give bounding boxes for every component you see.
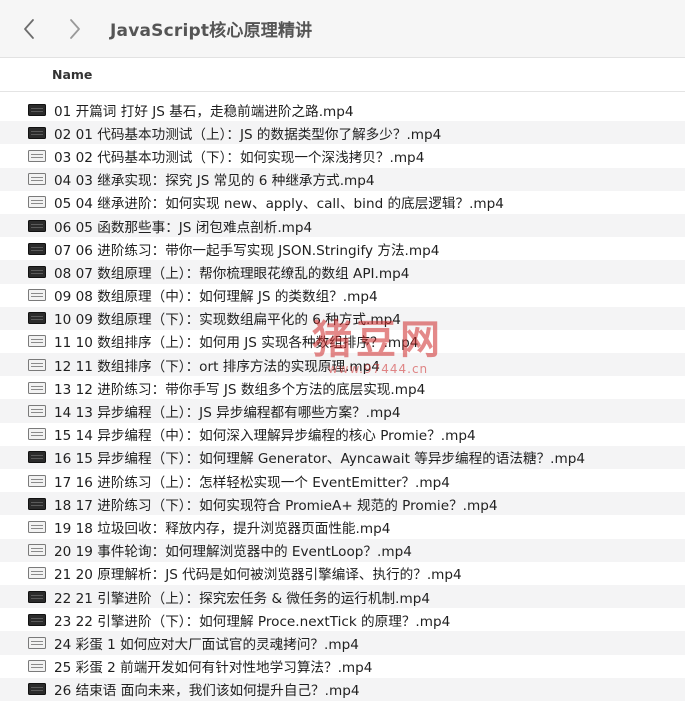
video-file-icon <box>28 381 46 394</box>
video-file-icon <box>28 312 46 325</box>
video-file-icon <box>28 428 46 441</box>
video-file-icon <box>28 636 46 649</box>
video-file-icon <box>28 497 46 510</box>
file-row[interactable]: 05 04 继承进阶：如何实现 new、apply、call、bind 的底层逻… <box>0 191 685 214</box>
file-name: 01 开篇词 打好 JS 基石，走稳前端进阶之路.mp4 <box>54 103 354 120</box>
video-file-icon <box>28 590 46 603</box>
video-file-icon <box>28 520 46 533</box>
file-row[interactable]: 17 16 进阶练习（上）：怎样轻松实现一个 EventEmitter？.mp4 <box>0 469 685 492</box>
file-name: 04 03 继承实现：探究 JS 常见的 6 种继承方式.mp4 <box>54 173 375 190</box>
video-file-icon <box>28 196 46 209</box>
file-row[interactable]: 18 17 进阶练习（下）：如何实现符合 PromieA+ 规范的 Promie… <box>0 492 685 516</box>
file-name: 24 彩蛋 1 如何应对大厂面试官的灵魂拷问？.mp4 <box>54 636 359 653</box>
video-file-icon <box>28 242 46 255</box>
video-file-icon <box>28 544 46 557</box>
video-file-icon <box>28 335 46 348</box>
forward-button[interactable] <box>62 13 88 45</box>
file-name: 05 04 继承进阶：如何实现 new、apply、call、bind 的底层逻… <box>54 196 504 213</box>
file-name: 15 14 异步编程（中）：如何深入理解异步编程的核心 Promie？.mp4 <box>54 428 476 445</box>
file-row[interactable]: 08 07 数组原理（上）：帮你梳理眼花缭乱的数组 API.mp4 <box>0 260 685 284</box>
file-row[interactable]: 10 09 数组原理（下）：实现数组扁平化的 6 种方式.mp4 <box>0 306 685 330</box>
file-row[interactable]: 13 12 进阶练习：带你手写 JS 数组多个方法的底层实现.mp4 <box>0 376 685 399</box>
file-name: 23 22 引擎进阶（下）：如何理解 Proce.nextTick 的原理？.m… <box>54 613 451 630</box>
file-row[interactable]: 07 06 进阶练习：带你一起手写实现 JSON.Stringify 方法.mp… <box>0 237 685 260</box>
video-file-icon <box>28 265 46 278</box>
file-row[interactable]: 14 13 异步编程（上）：JS 异步编程都有哪些方案？.mp4 <box>0 399 685 423</box>
video-file-icon <box>28 358 46 371</box>
file-name: 16 15 异步编程（下）：如何理解 Generator、Ayncawait 等… <box>54 451 586 468</box>
file-name: 17 16 进阶练习（上）：怎样轻松实现一个 EventEmitter？.mp4 <box>54 474 450 491</box>
file-row[interactable]: 16 15 异步编程（下）：如何理解 Generator、Ayncawait 等… <box>0 445 685 469</box>
file-row[interactable]: 23 22 引擎进阶（下）：如何理解 Proce.nextTick 的原理？.m… <box>0 608 685 631</box>
file-row[interactable]: 02 01 代码基本功测试（上）：JS 的数据类型你了解多少？.mp4 <box>0 121 685 145</box>
file-name: 22 21 引擎进阶（上）：探究宏任务 & 微任务的运行机制.mp4 <box>54 590 430 607</box>
file-name: 12 11 数组排序（下）：ort 排序方法的实现原理.mp4 <box>54 358 380 375</box>
back-button[interactable] <box>16 13 42 45</box>
file-name: 10 09 数组原理（下）：实现数组扁平化的 6 种方式.mp4 <box>54 312 401 329</box>
file-name: 11 10 数组排序（上）：如何用 JS 实现各种数组排序？.mp4 <box>54 335 419 352</box>
file-row[interactable]: 15 14 异步编程（中）：如何深入理解异步编程的核心 Promie？.mp4 <box>0 423 685 446</box>
video-file-icon <box>28 405 46 418</box>
titlebar: JavaScript核心原理精讲 <box>0 0 685 58</box>
file-row[interactable]: 11 10 数组排序（上）：如何用 JS 实现各种数组排序？.mp4 <box>0 330 685 353</box>
file-row[interactable]: 22 21 引擎进阶（上）：探究宏任务 & 微任务的运行机制.mp4 <box>0 584 685 609</box>
file-row[interactable]: 19 18 垃圾回收：释放内存，提升浏览器页面性能.mp4 <box>0 515 685 538</box>
video-file-icon <box>28 149 46 162</box>
file-row[interactable]: 12 11 数组排序（下）：ort 排序方法的实现原理.mp4 <box>0 353 685 377</box>
video-file-icon <box>28 173 46 186</box>
file-name: 19 18 垃圾回收：释放内存，提升浏览器页面性能.mp4 <box>54 520 391 537</box>
file-row[interactable]: 04 03 继承实现：探究 JS 常见的 6 种继承方式.mp4 <box>0 167 685 191</box>
file-list: 01 开篇词 打好 JS 基石，走稳前端进阶之路.mp4 02 01 代码基本功测… <box>0 92 685 701</box>
video-file-icon <box>28 219 46 232</box>
column-header-name[interactable]: Name <box>0 58 685 92</box>
video-file-icon <box>28 103 46 116</box>
chevron-left-icon <box>24 18 34 39</box>
video-file-icon <box>28 289 46 302</box>
file-row[interactable]: 03 02 代码基本功测试（下）：如何实现一个深浅拷贝？.mp4 <box>0 144 685 167</box>
column-header-label: Name <box>52 67 93 82</box>
video-file-icon <box>28 474 46 487</box>
file-name: 06 05 函数那些事：JS 闭包难点剖析.mp4 <box>54 219 313 236</box>
file-name: 20 19 事件轮询：如何理解浏览器中的 EventLoop？.mp4 <box>54 544 412 561</box>
file-name: 02 01 代码基本功测试（上）：JS 的数据类型你了解多少？.mp4 <box>54 126 442 143</box>
file-name: 09 08 数组原理（中）：如何理解 JS 的类数组？.mp4 <box>54 289 378 306</box>
file-name: 26 结束语 面向未来，我们该如何提升自己？.mp4 <box>54 683 360 700</box>
file-name: 25 彩蛋 2 前端开发如何有针对性地学习算法？.mp4 <box>54 660 373 677</box>
file-name: 14 13 异步编程（上）：JS 异步编程都有哪些方案？.mp4 <box>54 405 401 422</box>
file-row[interactable]: 24 彩蛋 1 如何应对大厂面试官的灵魂拷问？.mp4 <box>0 631 685 655</box>
window-title: JavaScript核心原理精讲 <box>110 21 313 41</box>
video-file-icon <box>28 613 46 626</box>
file-name: 21 20 原理解析：JS 代码是如何被浏览器引擎编译、执行的？.mp4 <box>54 567 462 584</box>
file-name: 13 12 进阶练习：带你手写 JS 数组多个方法的底层实现.mp4 <box>54 381 426 398</box>
video-file-icon <box>28 451 46 464</box>
file-row[interactable]: 09 08 数组原理（中）：如何理解 JS 的类数组？.mp4 <box>0 284 685 307</box>
chevron-right-icon <box>70 18 80 39</box>
file-row[interactable]: 25 彩蛋 2 前端开发如何有针对性地学习算法？.mp4 <box>0 655 685 678</box>
file-name: 08 07 数组原理（上）：帮你梳理眼花缭乱的数组 API.mp4 <box>54 265 410 282</box>
file-row[interactable]: 06 05 函数那些事：JS 闭包难点剖析.mp4 <box>0 213 685 238</box>
file-row[interactable]: 26 结束语 面向未来，我们该如何提升自己？.mp4 <box>0 677 685 701</box>
video-file-icon <box>28 660 46 673</box>
video-file-icon <box>28 567 46 580</box>
file-row[interactable]: 20 19 事件轮询：如何理解浏览器中的 EventLoop？.mp4 <box>0 538 685 562</box>
file-row[interactable]: 21 20 原理解析：JS 代码是如何被浏览器引擎编译、执行的？.mp4 <box>0 562 685 585</box>
file-name: 07 06 进阶练习：带你一起手写实现 JSON.Stringify 方法.mp… <box>54 242 440 259</box>
video-file-icon <box>28 126 46 139</box>
file-row[interactable]: 01 开篇词 打好 JS 基石，走稳前端进阶之路.mp4 <box>0 98 685 121</box>
file-name: 03 02 代码基本功测试（下）：如何实现一个深浅拷贝？.mp4 <box>54 149 425 166</box>
file-name: 18 17 进阶练习（下）：如何实现符合 PromieA+ 规范的 Promie… <box>54 497 498 514</box>
video-file-icon <box>28 683 46 696</box>
